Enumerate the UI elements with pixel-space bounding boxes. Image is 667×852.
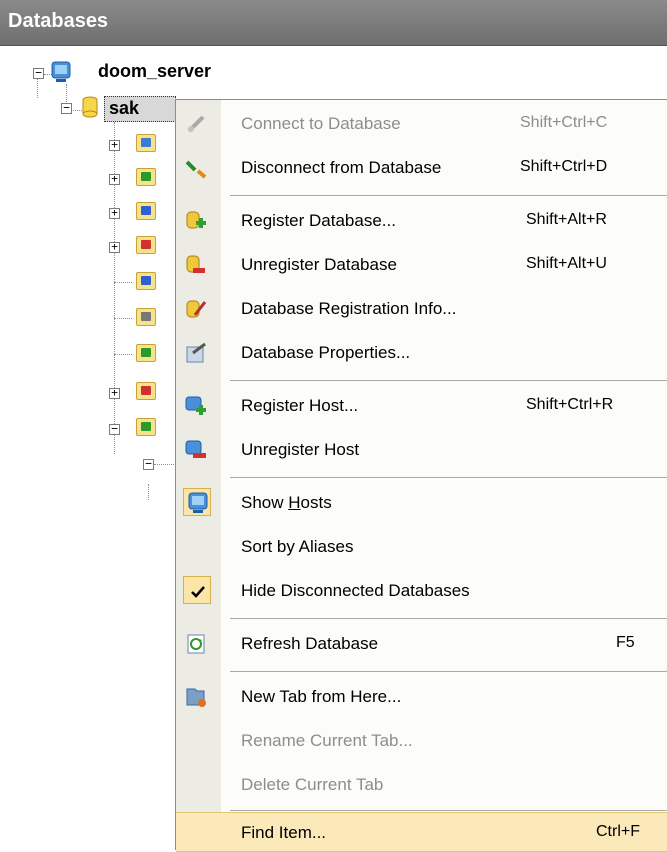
menu-separator bbox=[230, 671, 667, 672]
expand-plus-icon[interactable]: + bbox=[109, 139, 120, 151]
menu-item-disconnect[interactable]: Disconnect from Database Shift+Ctrl+D bbox=[176, 146, 667, 190]
collapse-minus-icon[interactable]: − bbox=[109, 423, 120, 435]
menu-separator bbox=[230, 810, 667, 811]
database-icon bbox=[80, 95, 100, 118]
unregister-database-icon bbox=[184, 253, 208, 277]
links-folder-icon bbox=[136, 272, 156, 290]
server-expander[interactable]: − bbox=[33, 67, 44, 79]
filter-folder-icon bbox=[136, 418, 156, 436]
menu-separator bbox=[230, 618, 667, 619]
expand-plus-icon[interactable]: + bbox=[109, 241, 120, 253]
relations-folder-icon bbox=[136, 168, 156, 186]
properties-icon bbox=[184, 341, 208, 365]
tables-folder-icon bbox=[136, 134, 156, 152]
register-host-icon bbox=[184, 394, 208, 418]
checkmark-icon bbox=[189, 583, 213, 607]
expand-plus-icon[interactable]: + bbox=[109, 207, 120, 219]
new-tab-icon bbox=[184, 685, 208, 709]
database-label[interactable]: sak bbox=[109, 98, 139, 119]
menu-item-sort-by-aliases[interactable]: Sort by Aliases bbox=[176, 525, 667, 569]
database-expander[interactable]: − bbox=[61, 102, 72, 114]
menu-item-register-host[interactable]: Register Host... Shift+Ctrl+R bbox=[176, 384, 667, 428]
functions-folder-icon bbox=[136, 236, 156, 254]
menu-item-hide-disconnected[interactable]: Hide Disconnected Databases bbox=[176, 569, 667, 613]
server-icon bbox=[49, 60, 71, 82]
grid-folder-icon bbox=[136, 308, 156, 326]
menu-separator bbox=[230, 380, 667, 381]
procedures-folder-icon bbox=[136, 202, 156, 220]
panel-header: Databases bbox=[0, 0, 667, 46]
connect-icon bbox=[184, 112, 208, 136]
menu-item-find-item[interactable]: Find Item... Ctrl+F bbox=[176, 812, 667, 852]
expand-plus-icon[interactable]: + bbox=[109, 173, 120, 185]
expand-plus-icon[interactable]: + bbox=[109, 387, 120, 399]
show-hosts-icon bbox=[186, 491, 210, 515]
favorites-folder-icon bbox=[136, 382, 156, 400]
menu-item-unregister-host[interactable]: Unregister Host bbox=[176, 428, 667, 472]
database-selection: sak bbox=[104, 96, 176, 122]
refresh-icon bbox=[184, 632, 208, 656]
menu-item-new-tab[interactable]: New Tab from Here... bbox=[176, 675, 667, 719]
menu-item-database-properties[interactable]: Database Properties... bbox=[176, 331, 667, 375]
server-label[interactable]: doom_server bbox=[98, 61, 211, 82]
disconnect-icon bbox=[184, 156, 208, 180]
menu-separator bbox=[230, 195, 667, 196]
menu-item-rename-tab[interactable]: Rename Current Tab... bbox=[176, 719, 667, 763]
menu-item-connect[interactable]: Connect to Database Shift+Ctrl+C bbox=[176, 102, 667, 146]
menu-item-delete-tab[interactable]: Delete Current Tab bbox=[176, 763, 667, 807]
register-database-icon bbox=[184, 209, 208, 233]
menu-item-refresh[interactable]: Refresh Database F5 bbox=[176, 622, 667, 666]
menu-item-registration-info[interactable]: Database Registration Info... bbox=[176, 287, 667, 331]
context-menu: Connect to Database Shift+Ctrl+C Disconn… bbox=[175, 99, 667, 852]
collapse-minus-icon[interactable]: − bbox=[143, 458, 154, 470]
green-folder-icon bbox=[136, 344, 156, 362]
unregister-host-icon bbox=[184, 438, 208, 462]
menu-item-show-hosts[interactable]: Show Hosts bbox=[176, 481, 667, 525]
menu-item-register-database[interactable]: Register Database... Shift+Alt+R bbox=[176, 199, 667, 243]
menu-separator bbox=[230, 477, 667, 478]
registration-info-icon bbox=[184, 297, 208, 321]
menu-item-unregister-database[interactable]: Unregister Database Shift+Alt+U bbox=[176, 243, 667, 287]
panel-title: Databases bbox=[8, 10, 109, 32]
